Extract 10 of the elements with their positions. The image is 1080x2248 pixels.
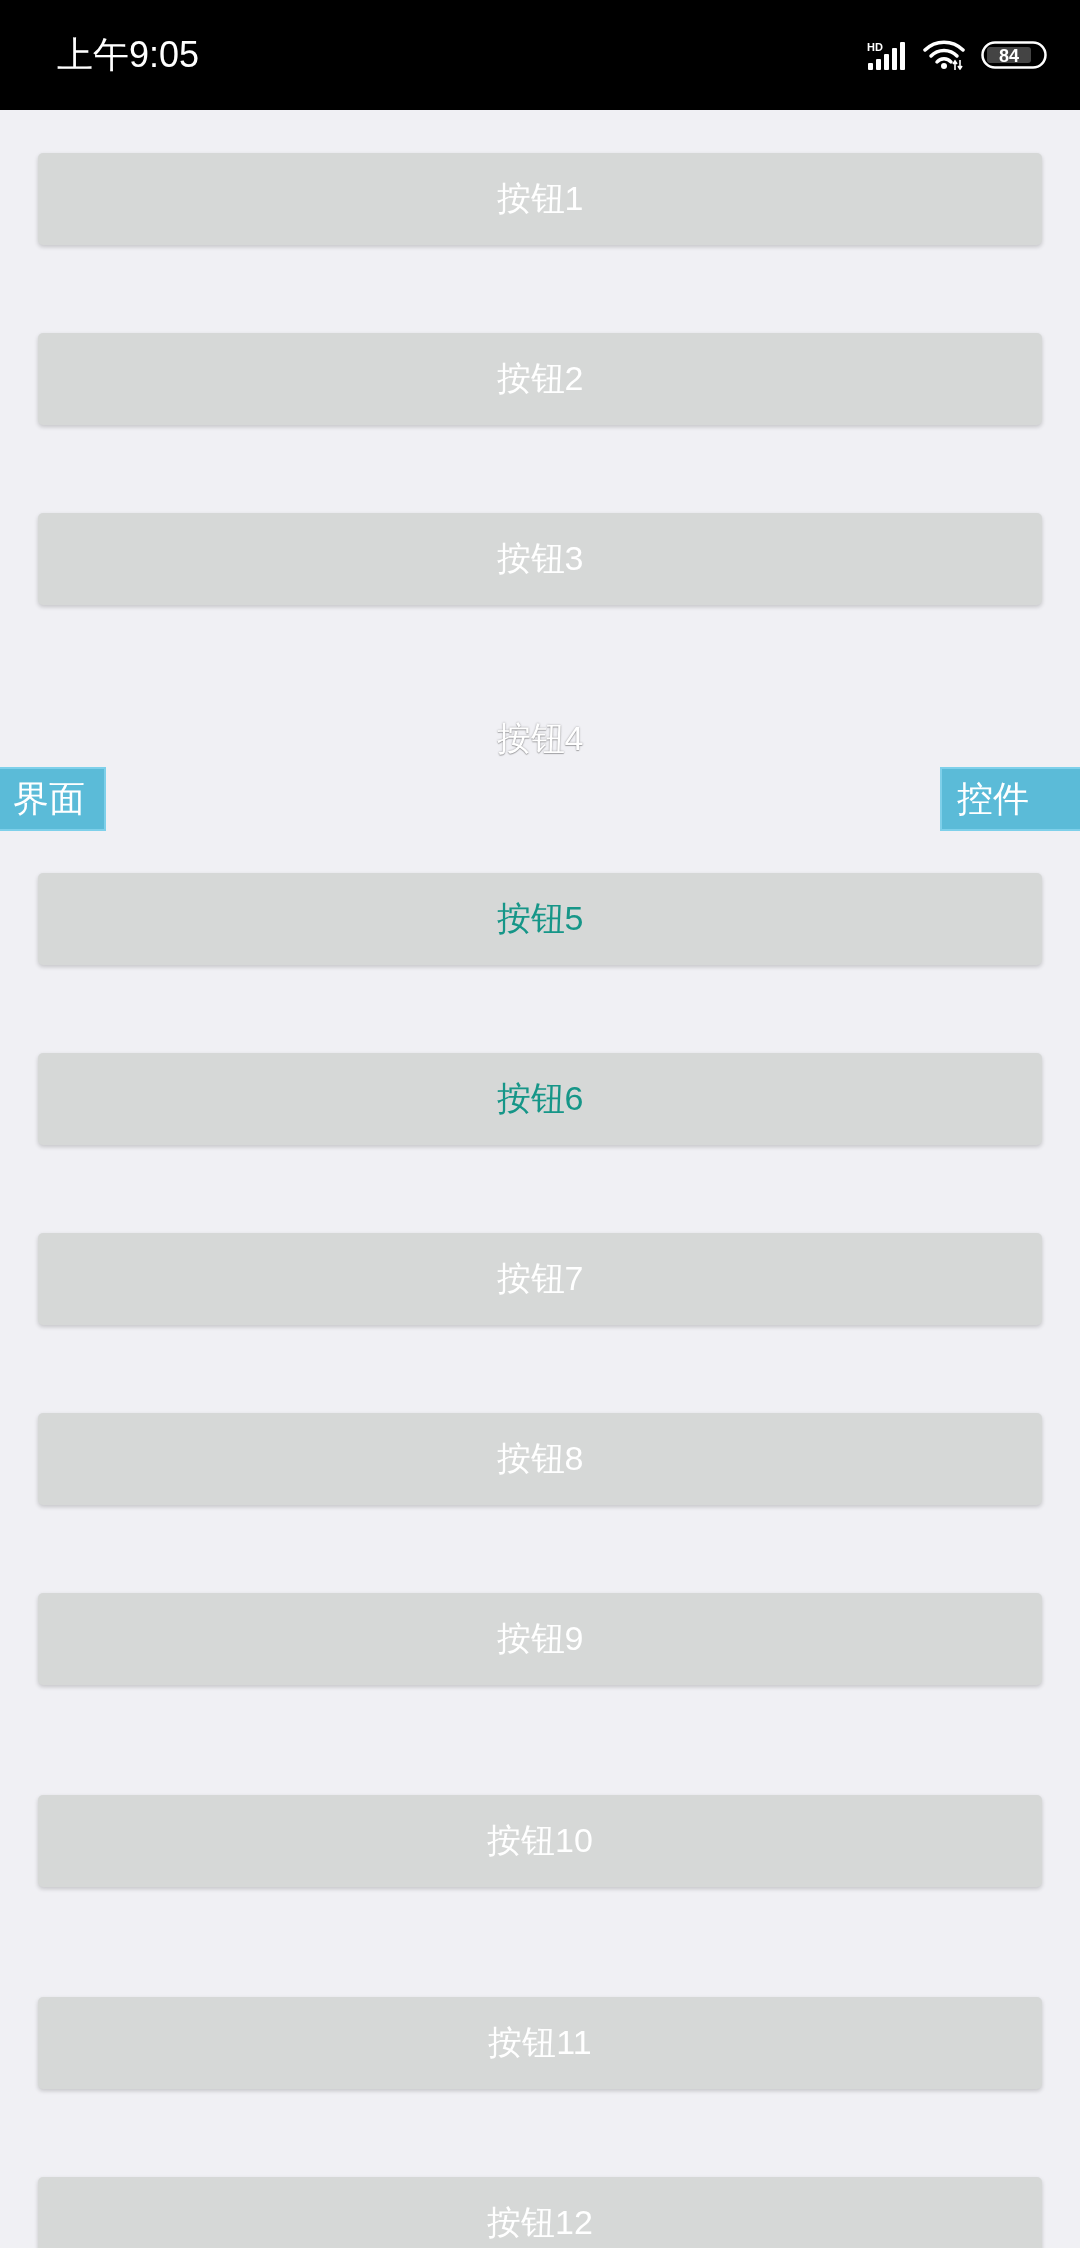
wifi-icon <box>923 40 965 70</box>
network-type-label: HD <box>867 40 883 53</box>
signal-icon <box>868 41 905 70</box>
list-button[interactable]: 按钮6 <box>38 1053 1042 1145</box>
list-button[interactable]: 按钮5 <box>38 873 1042 965</box>
side-tab[interactable]: 界面 <box>0 767 106 831</box>
status-time: 上午9:05 <box>57 35 200 75</box>
battery-icon <box>981 41 1047 69</box>
side-tab[interactable]: 控件 <box>940 767 1080 831</box>
battery-level-label: 84 <box>999 46 1019 66</box>
